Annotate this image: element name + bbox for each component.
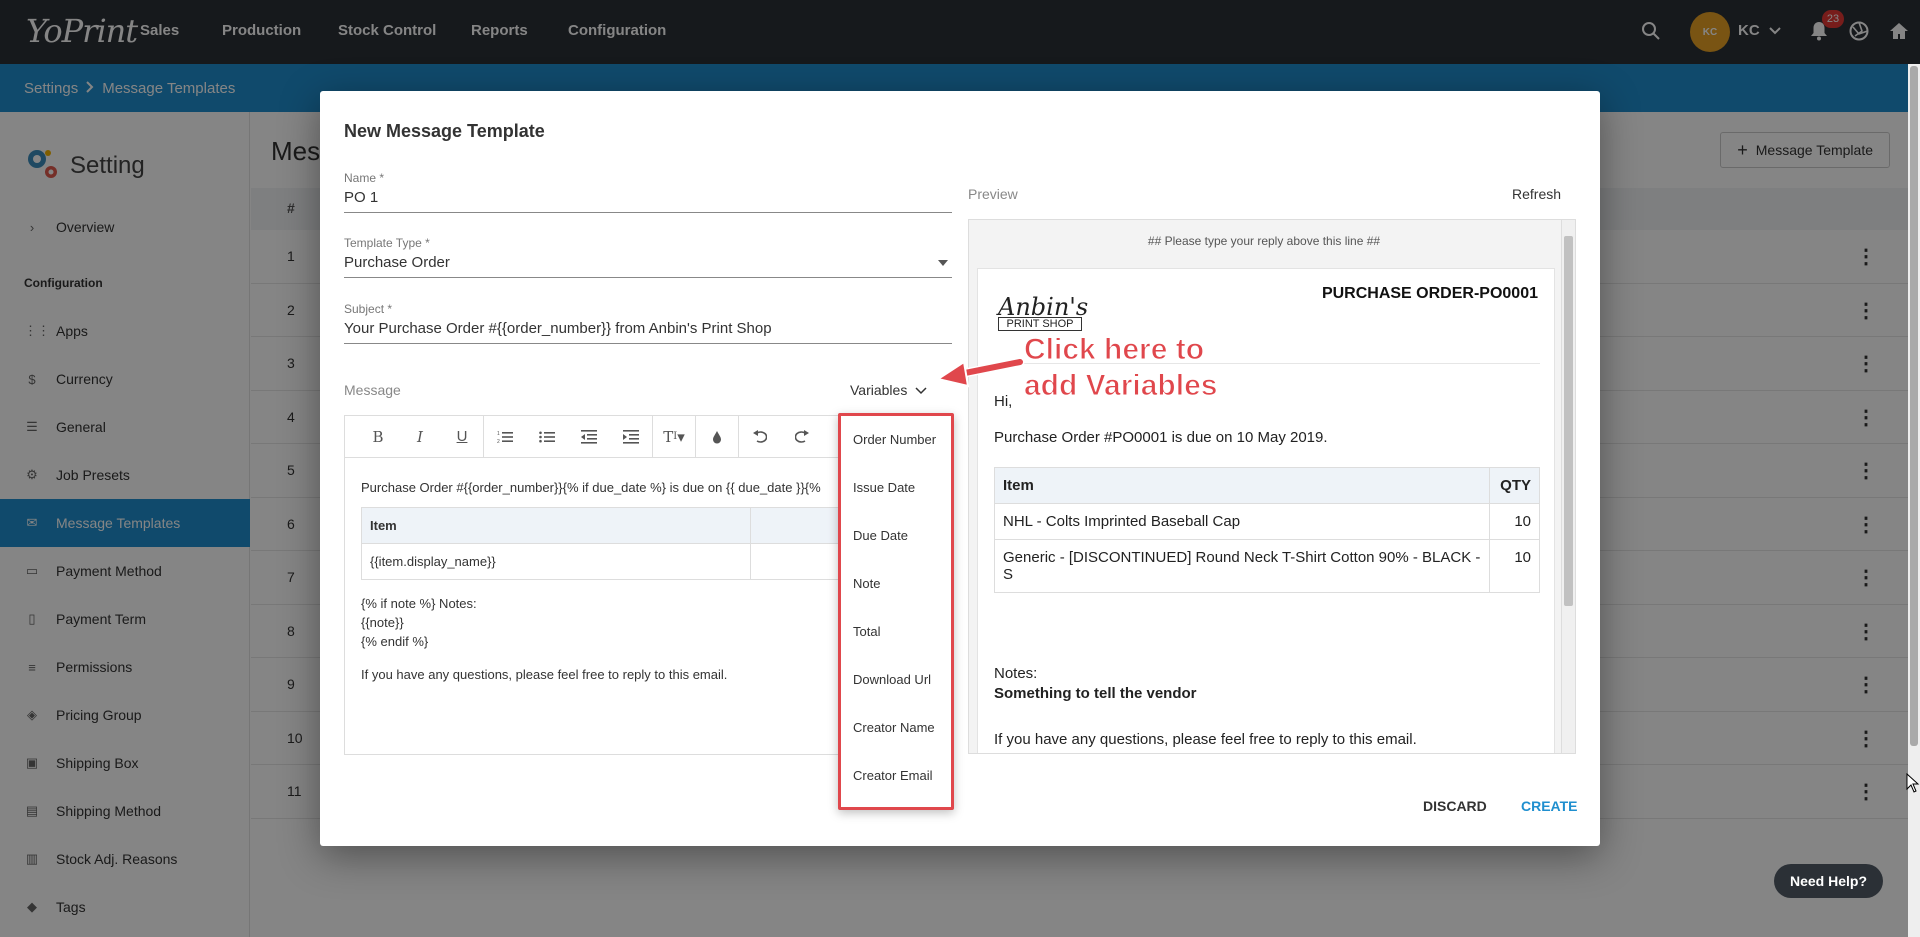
subject-label: Subject * [344, 302, 393, 316]
indent-icon[interactable] [610, 422, 652, 452]
discard-button[interactable]: DISCARD [1423, 798, 1487, 814]
due-line: Purchase Order #PO0001 is due on 10 May … [994, 429, 1328, 446]
variable-creator-name[interactable]: Creator Name [853, 720, 935, 735]
name-field[interactable]: Name * PO 1 [344, 171, 952, 213]
bold-icon[interactable]: B [357, 422, 399, 452]
variable-creator-email[interactable]: Creator Email [853, 768, 932, 783]
svg-text:1: 1 [497, 431, 500, 437]
undo-icon[interactable] [739, 422, 781, 452]
create-button[interactable]: CREATE [1521, 798, 1578, 814]
name-label: Name * [344, 171, 385, 185]
preview-col-qty: QTY [1489, 467, 1540, 504]
preview-item: NHL - Colts Imprinted Baseball Cap [994, 503, 1490, 540]
preview-items-table: Item QTY NHL - Colts Imprinted Baseball … [994, 467, 1540, 593]
outdent-icon[interactable] [568, 422, 610, 452]
underline-icon[interactable]: U [441, 422, 483, 452]
preview-scrollbar[interactable] [1561, 220, 1575, 753]
preview-qty: 10 [1489, 503, 1540, 540]
notes-value: Something to tell the vendor [994, 685, 1197, 702]
table-row: Generic - [DISCONTINUED] Round Neck T-Sh… [994, 539, 1540, 593]
preview-qty: 10 [1489, 539, 1540, 593]
refresh-button[interactable]: Refresh [1512, 186, 1561, 202]
variables-dropdown-button[interactable]: Variables [850, 382, 927, 398]
variable-due-date[interactable]: Due Date [853, 528, 908, 543]
shop-logo: Anbin's PRINT SHOP [998, 293, 1094, 331]
variables-menu: Order Number Issue Date Due Date Note To… [838, 413, 954, 810]
notes-label: Notes: [994, 665, 1038, 682]
table-row: NHL - Colts Imprinted Baseball Cap 10 [994, 503, 1540, 540]
italic-icon[interactable]: I [399, 422, 441, 452]
template-type-value: Purchase Order [344, 254, 450, 271]
preview-col-item: Item [994, 467, 1490, 504]
po-title: PURCHASE ORDER-PO0001 [1321, 285, 1538, 302]
template-type-label: Template Type * [344, 236, 430, 250]
logo-box: PRINT SHOP [998, 317, 1082, 331]
variable-total[interactable]: Total [853, 624, 880, 639]
subject-field[interactable]: Subject * Your Purchase Order #{{order_n… [344, 302, 952, 344]
dropdown-caret-icon [938, 260, 948, 266]
page-scrollbar[interactable] [1908, 64, 1920, 937]
color-drop-icon[interactable] [696, 422, 738, 452]
text-size-icon[interactable]: T I ▾ [653, 422, 695, 452]
editor-table-cell-item: {{item.display_name}} [361, 543, 751, 580]
preview-frame[interactable]: ## Please type your reply above this lin… [968, 219, 1576, 754]
scrollbar-thumb[interactable] [1564, 236, 1573, 606]
callout-line: add Variables [1023, 369, 1218, 403]
svg-text:2: 2 [497, 439, 500, 444]
editor-table-header-item: Item [361, 507, 751, 544]
scrollbar-thumb[interactable] [1910, 66, 1918, 746]
callout-line: Click here to [1023, 333, 1205, 367]
editor-table: Item {{item.display_name}} {{ [361, 507, 901, 580]
bullet-list-icon[interactable] [526, 422, 568, 452]
new-message-template-dialog: New Message Template Name * PO 1 Templat… [320, 91, 1600, 846]
preview-item: Generic - [DISCONTINUED] Round Neck T-Sh… [994, 539, 1490, 593]
footer-text: If you have any questions, please feel f… [994, 731, 1417, 748]
variables-label: Variables [850, 382, 908, 398]
variable-download-url[interactable]: Download Url [853, 672, 931, 687]
preview-label: Preview [968, 186, 1018, 202]
need-help-button[interactable]: Need Help? [1774, 864, 1884, 898]
reply-hint: ## Please type your reply above this lin… [1147, 234, 1381, 248]
annotation-callout: Click here to add Variables [1023, 332, 1218, 404]
annotation-arrow-icon [935, 357, 1025, 388]
dialog-title: New Message Template [344, 121, 545, 141]
variable-issue-date[interactable]: Issue Date [853, 480, 915, 495]
message-label: Message [344, 382, 401, 398]
name-input[interactable]: PO 1 [344, 189, 952, 213]
mouse-cursor-icon [1906, 773, 1920, 793]
variable-order-number[interactable]: Order Number [853, 432, 936, 447]
chevron-down-icon [915, 382, 927, 398]
variable-note[interactable]: Note [853, 576, 880, 591]
subject-input[interactable]: Your Purchase Order #{{order_number}} fr… [344, 320, 952, 344]
logo-script: Anbin's [998, 293, 1089, 321]
redo-icon[interactable] [781, 422, 823, 452]
template-type-select[interactable]: Purchase Order [344, 254, 952, 278]
ordered-list-icon[interactable]: 12 [484, 422, 526, 452]
template-type-field[interactable]: Template Type * Purchase Order [344, 236, 952, 278]
